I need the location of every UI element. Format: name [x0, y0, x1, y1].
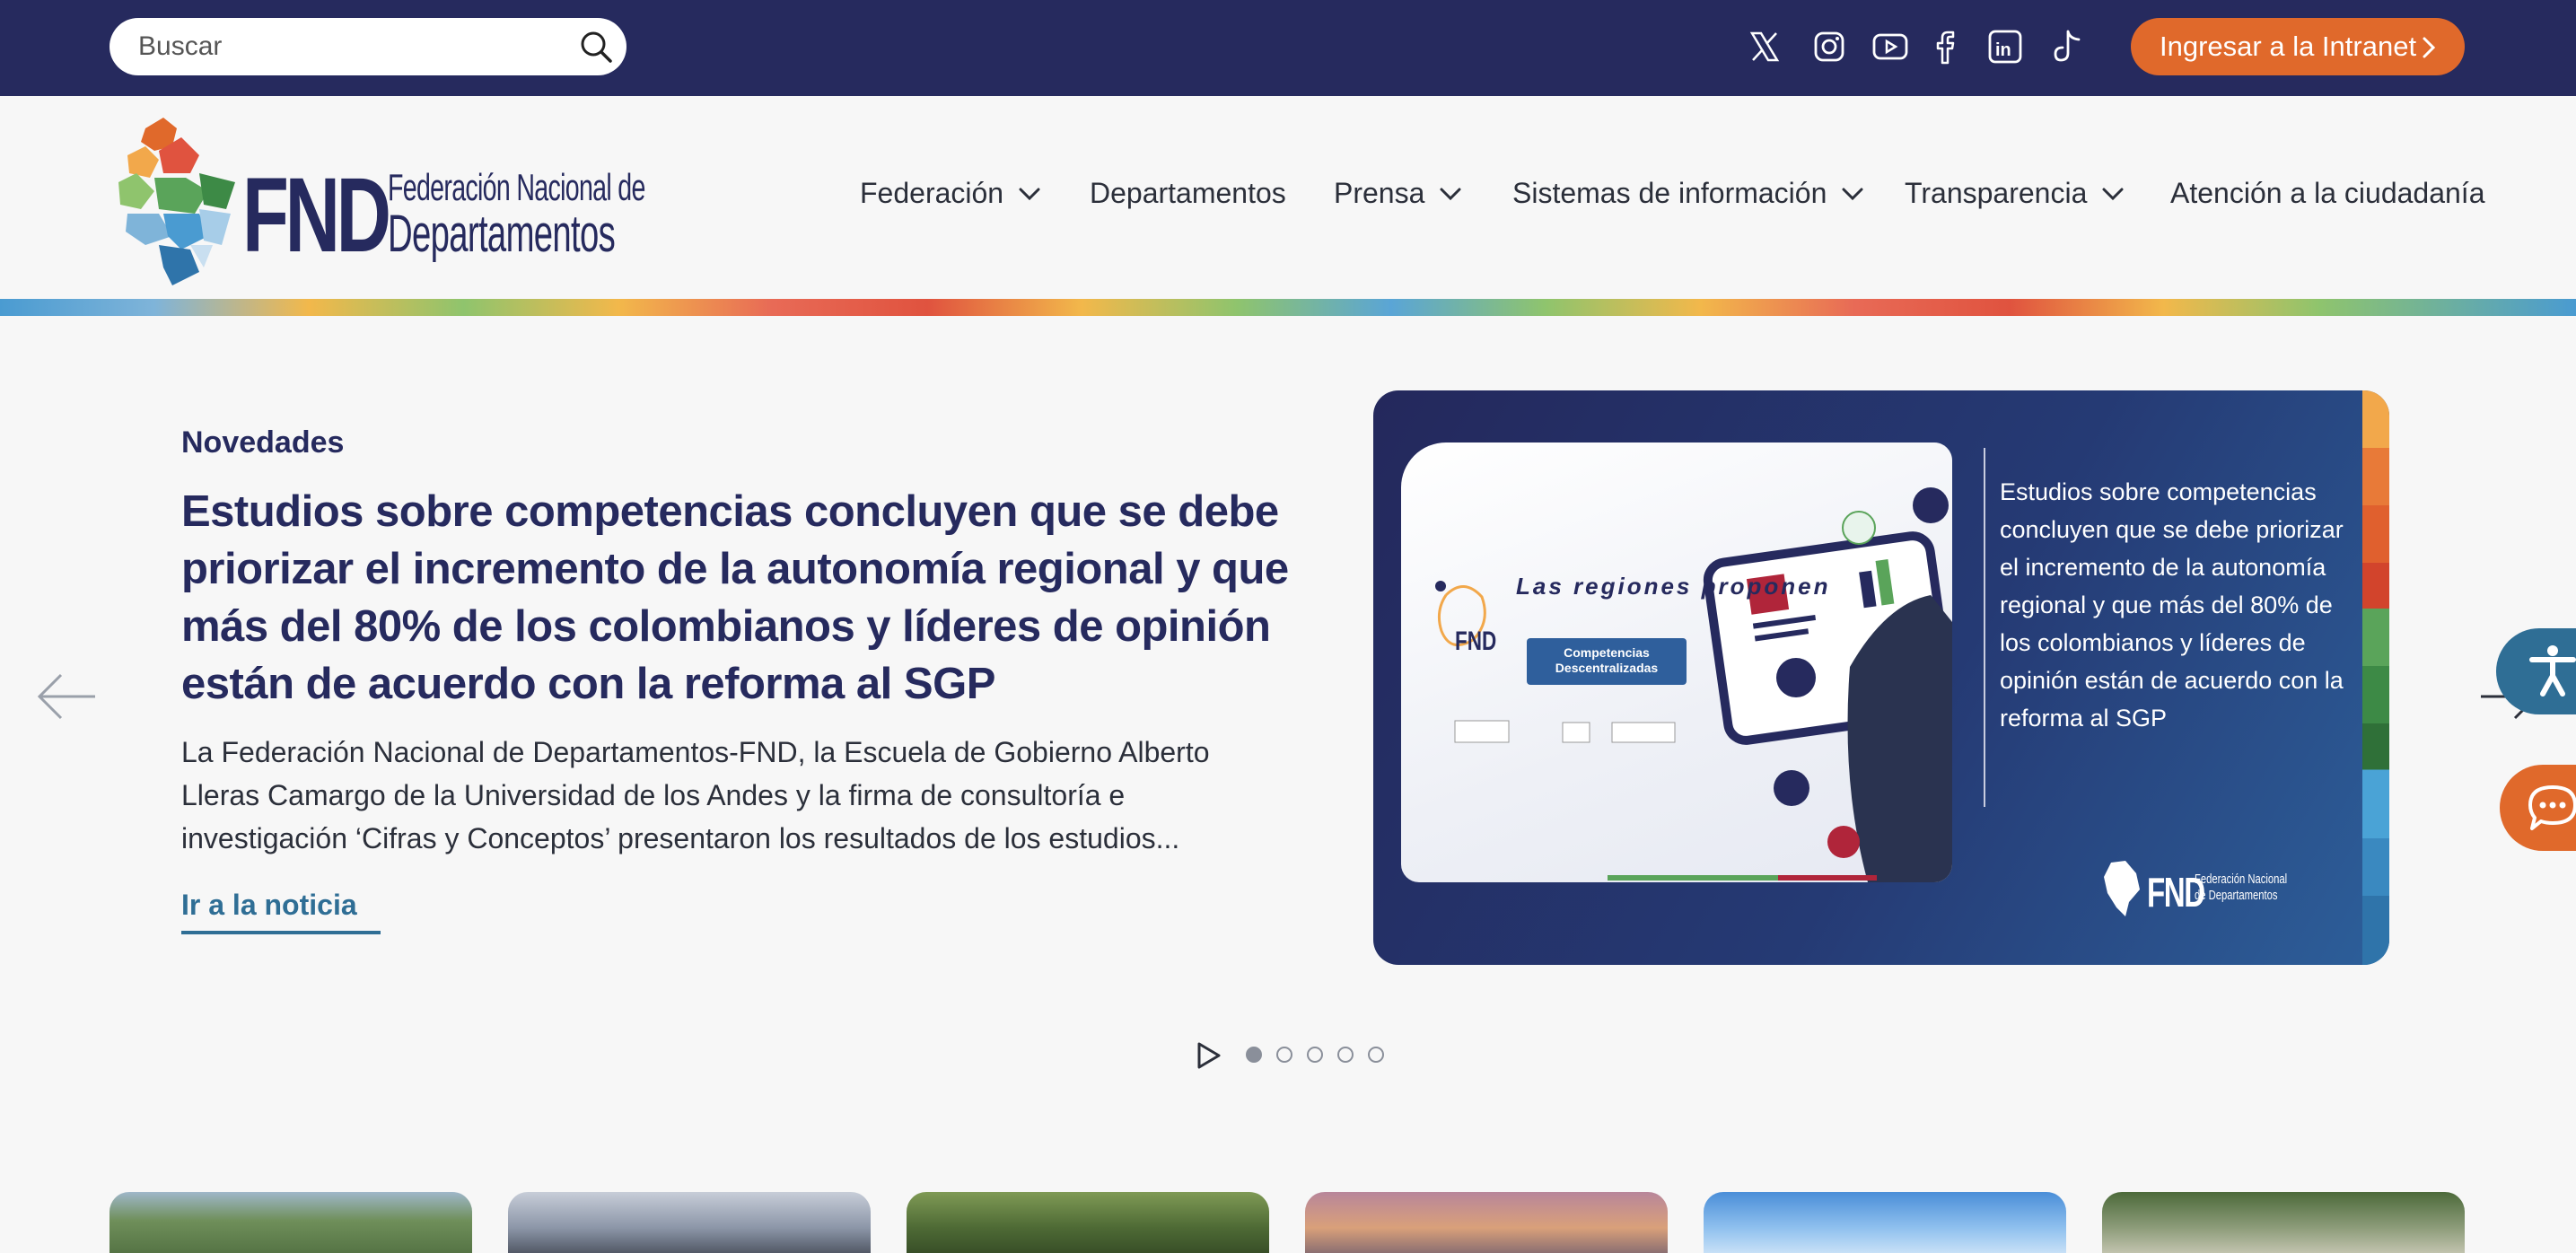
chat-bubble-icon — [2528, 785, 2576, 830]
intranet-label: Ingresar a la Intranet — [2160, 31, 2417, 62]
chevron-down-icon — [1842, 188, 1863, 200]
nav-label: Prensa — [1334, 177, 1425, 209]
colombia-map-icon — [2104, 861, 2140, 916]
intranet-button[interactable]: Ingresar a la Intranet — [2131, 18, 2465, 75]
carousel-dot[interactable] — [1307, 1047, 1323, 1063]
logo-line-1: Federación Nacional de — [388, 166, 645, 208]
nav-item-federacion[interactable]: Federación — [860, 177, 1041, 210]
thumbnail-card[interactable] — [2102, 1192, 2465, 1253]
accessibility-button[interactable] — [2496, 628, 2576, 714]
nav-label: Departamentos — [1090, 177, 1286, 209]
logo-line-2: Departamentos — [388, 205, 616, 263]
search-icon[interactable] — [578, 29, 614, 65]
accessibility-icon — [2529, 645, 2576, 697]
news-summary: La Federación Nacional de Departamentos-… — [181, 736, 1210, 854]
search-input[interactable] — [138, 27, 551, 66]
card-badge: Competencias Descentralizadas — [1527, 638, 1687, 685]
read-more-link[interactable]: Ir a la noticia — [181, 889, 381, 934]
search-box[interactable] — [110, 18, 626, 75]
carousel-dots — [1246, 1047, 1384, 1063]
banner-separator — [1984, 448, 1985, 807]
carousel-dot[interactable] — [1368, 1047, 1384, 1063]
play-icon[interactable] — [1194, 1041, 1222, 1070]
svg-text:in: in — [1995, 40, 2011, 60]
banner-logo-sub: Federación Nacional de Departamentos — [2195, 872, 2288, 903]
chevron-down-icon — [2102, 188, 2124, 200]
nav-label: Sistemas de información — [1512, 177, 1827, 209]
thumbnail-card[interactable] — [1305, 1192, 1668, 1253]
nav-item-departamentos[interactable]: Departamentos — [1090, 177, 1286, 210]
tiktok-icon[interactable] — [2045, 23, 2091, 70]
banner-card: Las regiones proponen Competencias Desce… — [1401, 442, 1952, 882]
linkedin-icon[interactable]: in — [1982, 23, 2028, 70]
banner-color-bar — [2362, 390, 2389, 965]
decorative-stripe — [0, 299, 2576, 316]
chevron-down-icon — [1440, 188, 1461, 200]
carousel-dot[interactable] — [1337, 1047, 1354, 1063]
chevron-down-icon — [1019, 188, 1040, 200]
nav-item-atencion[interactable]: Atención a la ciudadanía — [2170, 177, 2484, 210]
instagram-icon[interactable] — [1806, 23, 1853, 70]
top-bar: in Ingresar a la Intranet — [0, 0, 2576, 96]
nav-label: Atención a la ciudadanía — [2170, 177, 2485, 209]
banner-text: Estudios sobre competencias concluyen qu… — [2000, 478, 2344, 732]
thumbnail-card[interactable] — [110, 1192, 472, 1253]
thumbnail-card[interactable] — [508, 1192, 871, 1253]
card-fnd: FND — [1455, 626, 1497, 656]
carousel-dot[interactable] — [1246, 1047, 1262, 1063]
nav-item-transparencia[interactable]: Transparencia — [1905, 177, 2125, 210]
carousel-dot[interactable] — [1276, 1047, 1292, 1063]
nav-item-sistemas[interactable]: Sistemas de información — [1512, 177, 1864, 210]
section-kicker: Novedades — [181, 425, 345, 460]
logo-acronym: FND — [242, 156, 391, 275]
thumbnail-card[interactable] — [907, 1192, 1269, 1253]
fnd-logo[interactable]: FND Federación Nacional de Departamentos — [110, 110, 645, 290]
news-headline[interactable]: Estudios sobre competencias concluyen qu… — [181, 483, 1303, 713]
carousel-prev-arrow-icon[interactable] — [34, 664, 99, 729]
nav-item-prensa[interactable]: Prensa — [1334, 177, 1462, 210]
youtube-icon[interactable] — [1867, 23, 1914, 70]
news-banner-image[interactable]: Las regiones proponen Competencias Desce… — [1373, 390, 2389, 965]
nav-label: Federación — [860, 177, 1004, 209]
chat-button[interactable] — [2500, 765, 2576, 851]
card-title: Las regiones proponen — [1516, 573, 1831, 600]
facebook-icon[interactable] — [1924, 23, 1971, 70]
site-header: FND Federación Nacional de Departamentos… — [0, 96, 2576, 299]
colombia-map-icon — [118, 118, 235, 285]
banner-fnd-logo: FND Federación Nacional de Departamentos — [2100, 857, 2287, 920]
x-icon[interactable] — [1741, 23, 1788, 70]
nav-label: Transparencia — [1905, 177, 2088, 209]
thumbnail-card[interactable] — [1704, 1192, 2066, 1253]
chevron-right-icon — [2423, 37, 2436, 58]
